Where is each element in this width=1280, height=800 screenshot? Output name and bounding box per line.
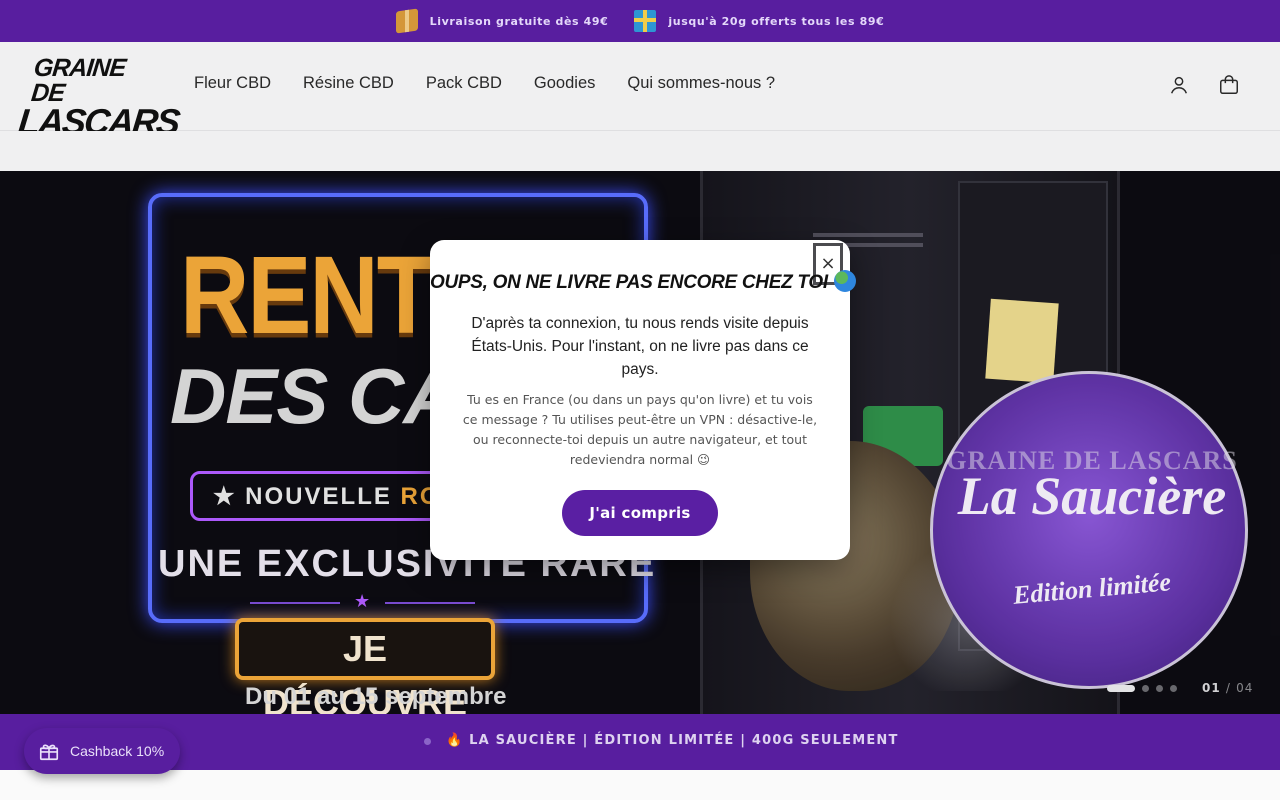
modal-title: OUPS, ON NE LIVRE PAS ENCORE CHEZ TOI	[430, 270, 856, 294]
modal-title-text: OUPS, ON NE LIVRE PAS ENCORE CHEZ TOI	[430, 272, 828, 293]
understood-button[interactable]: J'ai compris	[562, 490, 718, 536]
modal-body-text: Tu es en France (ou dans un pays qu'on l…	[462, 392, 818, 467]
geo-restriction-modal: × OUPS, ON NE LIVRE PAS ENCORE CHEZ TOI …	[430, 240, 856, 560]
globe-icon	[833, 270, 856, 292]
modal-lead-text: D'après ta connexion, tu nous rends visi…	[471, 315, 809, 378]
